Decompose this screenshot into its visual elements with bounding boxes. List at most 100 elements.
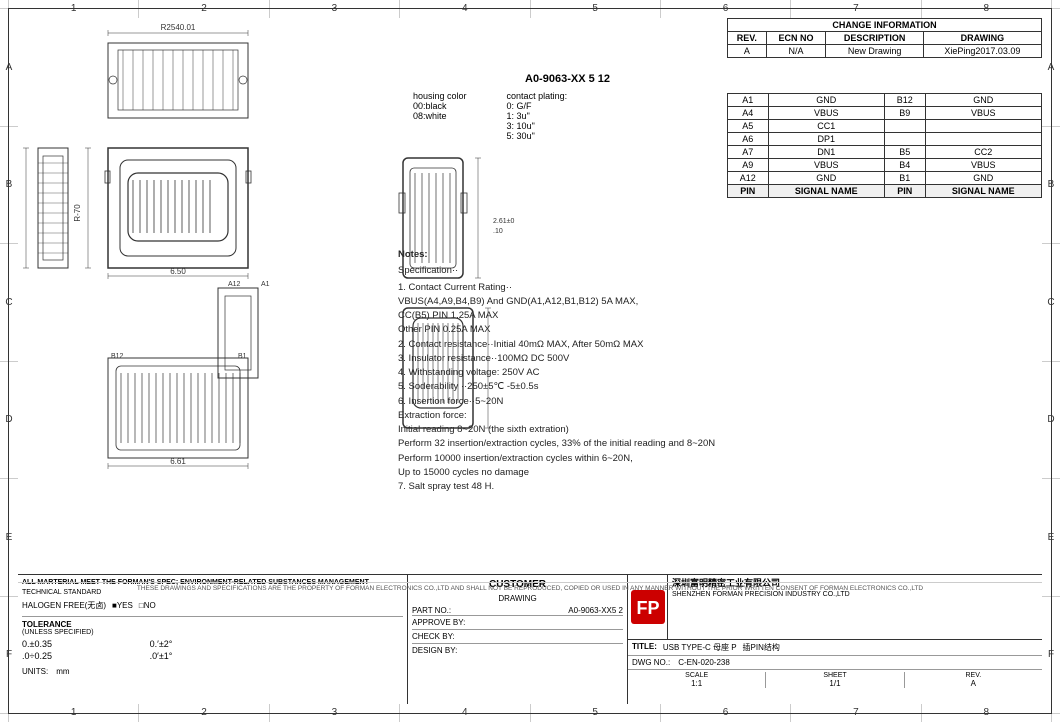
pin-gnd-b1: GND [925,172,1041,185]
pin-gnd-1: GND [768,94,884,107]
pin-gnd-a12: GND [768,172,884,185]
title-row: TITLE: USB TYPE-C 母座 P 插PIN结构 [628,640,1042,656]
tol-row2-col1: .0÷0.25 [22,651,148,661]
halogen-free-label: HALOGEN FREE(无卤) [22,600,106,611]
title-label: TITLE: [632,642,657,653]
drawing-label: DRAWING [412,594,623,603]
pin-dp1: DP1 [768,133,884,146]
approve-label: APPROVE BY: [412,618,465,627]
pin-vbus-3: VBUS [768,159,884,172]
pin-row-4: A7 DN1 B5 CC2 [728,146,1042,159]
pin-empty-4 [925,133,1041,146]
change-info-block: CHANGE INFORMATION REV. ECN NO DESCRIPTI… [727,18,1042,58]
right-connector-drawings: 2.61±0 .10 [393,148,593,574]
dwg-no-value: C-EN-020-238 [678,658,730,667]
pin-cc1: CC1 [768,120,884,133]
check-label: CHECK BY: [412,632,455,641]
pin-row-6: A12 GND B1 GND [728,172,1042,185]
pin-row-3: A6 DP1 [728,133,1042,146]
bottom-mid-section: CUSTOMER DRAWING PART NO.: A0-9063-XX5 2… [408,575,628,704]
plating-1: 1: 3u" [507,111,568,121]
housing-color-section: housing color 00:black 08:white [413,91,467,141]
pin-a1: A1 [728,94,769,107]
change-drawing: XiePing2017.03.09 [923,45,1041,58]
change-row-1: A N/A New Drawing XiePing2017.03.09 [728,45,1042,58]
bottom-left-section: ALL MARTERIAL MEET THE FORMAN'S SPEC; EN… [18,575,408,704]
part-number-text: A0-9063-XX 5 12 [525,73,610,85]
check-row: CHECK BY: [412,629,623,643]
contact-plating-section: contact plating: 0: G/F 1: 3u" 3: 10u" 5… [507,91,568,141]
scale-value: 1:1 [632,679,761,688]
plating-0: 0: G/F [507,101,568,111]
pin-gnd-2: GND [925,94,1041,107]
technical-drawing-svg: R2540.01 [18,18,393,498]
part-number-options: housing color 00:black 08:white contact … [413,91,722,141]
units-row: UNITS: mm [22,667,403,676]
part-row: PART NO.: A0-9063-XX5 2 [412,606,623,615]
change-desc: New Drawing [826,45,923,58]
pin-b9: B9 [884,107,925,120]
pin-footer-row: PIN SIGNAL NAME PIN SIGNAL NAME [728,185,1042,198]
scale-label: SCALE [632,672,761,679]
pin-a12: A12 [728,172,769,185]
pin-footer-2: SIGNAL NAME [768,185,884,198]
part-no-value: A0-9063-XX5 2 [568,606,623,615]
yes-label: ■YES [112,601,133,610]
dwg-no-label: DWG NO.: [632,658,670,667]
pin-empty-1 [884,120,925,133]
pin-a7: A7 [728,146,769,159]
pin-row-5: A9 VBUS B4 VBUS [728,159,1042,172]
pin-empty-3 [884,133,925,146]
pin-vbus-4: VBUS [925,159,1041,172]
pin-row-1: A4 VBUS B9 VBUS [728,107,1042,120]
contact-plating-label: contact plating: [507,91,568,101]
tol-row1-col3 [277,639,403,649]
plating-5: 5: 30u" [507,131,568,141]
svg-text:B12: B12 [111,353,124,360]
approve-row: APPROVE BY: [412,615,623,629]
units-value: mm [56,667,69,676]
sheet-label: SHEET [770,672,899,679]
rev-label: REV. [909,672,1038,679]
pin-a4: A4 [728,107,769,120]
pin-vbus-1: VBUS [768,107,884,120]
halogen-row: HALOGEN FREE(无卤) ■YES □NO [22,600,403,611]
pin-dn1: DN1 [768,146,884,159]
title-value: USB TYPE-C 母座 P [663,642,737,653]
change-info-table: CHANGE INFORMATION REV. ECN NO DESCRIPTI… [727,18,1042,58]
design-label: DESIGN BY: [412,646,457,655]
plating-3: 3: 10u" [507,121,568,131]
pin-vbus-2: VBUS [925,107,1041,120]
pin-a6: A6 [728,133,769,146]
sheet-section: SHEET 1/1 [766,672,904,688]
pin-footer-3: PIN [884,185,925,198]
scale-rev-row: SCALE 1:1 SHEET 1/1 REV. A [628,670,1042,690]
svg-text:6.61: 6.61 [170,457,186,466]
bottom-right-section: FP 深圳富明精密工业有限公司 SHENZHEN FORMAN PRECISIO… [628,575,1042,704]
svg-text:A12: A12 [228,281,241,288]
tol-row2-col2: .0′±1° [150,651,276,661]
housing-08-white: 08:white [413,111,467,121]
svg-text:R2540.01: R2540.01 [161,23,196,32]
svg-text:2.61±0: 2.61±0 [493,218,514,225]
svg-text:R-70: R-70 [73,204,82,222]
tol-row1-col1: 0.±0.35 [22,639,148,649]
svg-text:B1: B1 [238,353,247,360]
right-connector-svg: 2.61±0 .10 [393,148,593,468]
dwg-row: DWG NO.: C-EN-020-238 [628,656,1042,670]
housing-color-label: housing color [413,91,467,101]
part-no-label: PART NO.: [412,606,451,615]
pin-footer-1: PIN [728,185,769,198]
svg-text:.10: .10 [493,228,503,235]
pin-footer-4: SIGNAL NAME [925,185,1041,198]
content-area: CHANGE INFORMATION REV. ECN NO DESCRIPTI… [18,18,1042,704]
svg-text:6.50: 6.50 [170,267,186,276]
pin-b12: B12 [884,94,925,107]
unless-label: (UNLESS SPECIFIED) [22,629,403,636]
change-info-header: CHANGE INFORMATION [728,19,1042,32]
scale-section: SCALE 1:1 [628,672,766,688]
pin-empty-2 [925,120,1041,133]
change-rev: A [728,45,767,58]
design-row: DESIGN BY: [412,643,623,657]
pin-header-row: A1 GND B12 GND [728,94,1042,107]
